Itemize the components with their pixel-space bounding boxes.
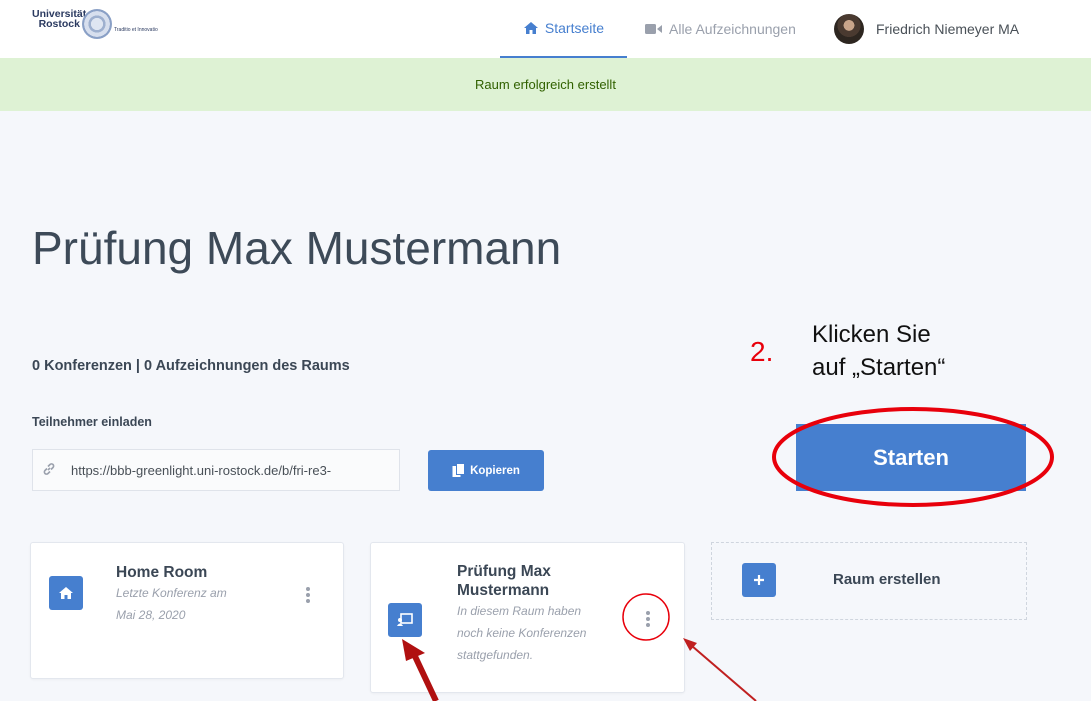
annotation-line1: Klicken Sie bbox=[812, 321, 931, 348]
page-title: Prüfung Max Mustermann bbox=[32, 222, 562, 274]
video-camera-icon bbox=[645, 24, 662, 34]
room-card-last-conference: Letzte Konferenz am Mai 28, 2020 bbox=[116, 582, 227, 626]
nav-startseite-label: Startseite bbox=[544, 20, 605, 36]
logo-line2: Rostock bbox=[38, 18, 80, 30]
logo-text: Universität Rostock bbox=[32, 9, 86, 30]
university-seal-icon bbox=[82, 9, 112, 39]
start-button-label: Starten bbox=[873, 444, 949, 470]
avatar bbox=[834, 14, 864, 44]
invite-url-value: https://bbb-greenlight.uni-rostock.de/b/… bbox=[71, 462, 332, 478]
create-room-button[interactable]: Raum erstellen bbox=[711, 542, 1027, 620]
copy-button-label: Kopieren bbox=[470, 464, 520, 477]
copy-icon bbox=[452, 463, 466, 477]
room-card-title: Prüfung Max Mustermann bbox=[457, 562, 551, 600]
invite-url-field[interactable]: https://bbb-greenlight.uni-rostock.de/b/… bbox=[32, 449, 400, 491]
nav-alle-aufzeichnungen[interactable]: Alle Aufzeichnungen bbox=[645, 0, 796, 58]
room-card-sub-line2: Mai 28, 2020 bbox=[116, 608, 186, 622]
room-card-exam[interactable]: Prüfung Max Mustermann In diesem Raum ha… bbox=[370, 542, 685, 693]
home-icon bbox=[523, 22, 538, 34]
top-navbar: Universität Rostock Traditio et Innovati… bbox=[0, 0, 1091, 58]
nav-startseite[interactable]: Startseite bbox=[500, 0, 627, 58]
start-button[interactable]: Starten bbox=[796, 424, 1026, 491]
room-stats: 0 Konferenzen | 0 Aufzeichnungen des Rau… bbox=[32, 358, 350, 374]
annotation-line2: auf „Starten“ bbox=[812, 354, 946, 381]
room-card-sub-line1: In diesem Raum haben bbox=[457, 604, 582, 618]
room-card-title: Home Room bbox=[116, 564, 208, 581]
user-name: Friedrich Niemeyer MA bbox=[876, 21, 1020, 37]
room-card-title-line2: Mustermann bbox=[457, 582, 550, 599]
logo-tagline: Traditio et Innovatio bbox=[114, 27, 158, 33]
annotation-step-number: 2. bbox=[750, 336, 774, 367]
room-options-menu-icon[interactable] bbox=[304, 587, 312, 603]
room-options-menu-icon[interactable] bbox=[644, 611, 652, 627]
room-card-sub-line3: stattgefunden. bbox=[457, 648, 534, 662]
success-flash-message: Raum erfolgreich erstellt bbox=[0, 58, 1091, 111]
nav-recordings-label: Alle Aufzeichnungen bbox=[669, 21, 796, 37]
arrow-to-options-menu-head bbox=[683, 638, 697, 651]
plus-icon bbox=[742, 563, 776, 597]
room-card-title-line1: Prüfung Max bbox=[457, 563, 551, 580]
room-card-sub-line2: noch keine Konferenzen bbox=[457, 626, 587, 640]
arrow-to-options-menu bbox=[691, 645, 757, 701]
invite-label: Teilnehmer einladen bbox=[32, 415, 152, 429]
link-icon bbox=[33, 462, 65, 479]
create-room-label: Raum erstellen bbox=[833, 571, 941, 588]
presentation-icon bbox=[388, 603, 422, 637]
copy-button[interactable]: Kopieren bbox=[428, 450, 544, 491]
flash-message-text: Raum erfolgreich erstellt bbox=[475, 77, 616, 92]
home-icon bbox=[49, 576, 83, 610]
annotation-instruction: Klicken Sie auf „Starten“ bbox=[812, 318, 1012, 384]
room-card-no-conferences: In diesem Raum haben noch keine Konferen… bbox=[457, 600, 586, 666]
room-card-home[interactable]: Home Room Letzte Konferenz am Mai 28, 20… bbox=[30, 542, 344, 679]
room-card-sub-line1: Letzte Konferenz am bbox=[116, 586, 227, 600]
user-menu[interactable]: Friedrich Niemeyer MA bbox=[834, 0, 1019, 58]
